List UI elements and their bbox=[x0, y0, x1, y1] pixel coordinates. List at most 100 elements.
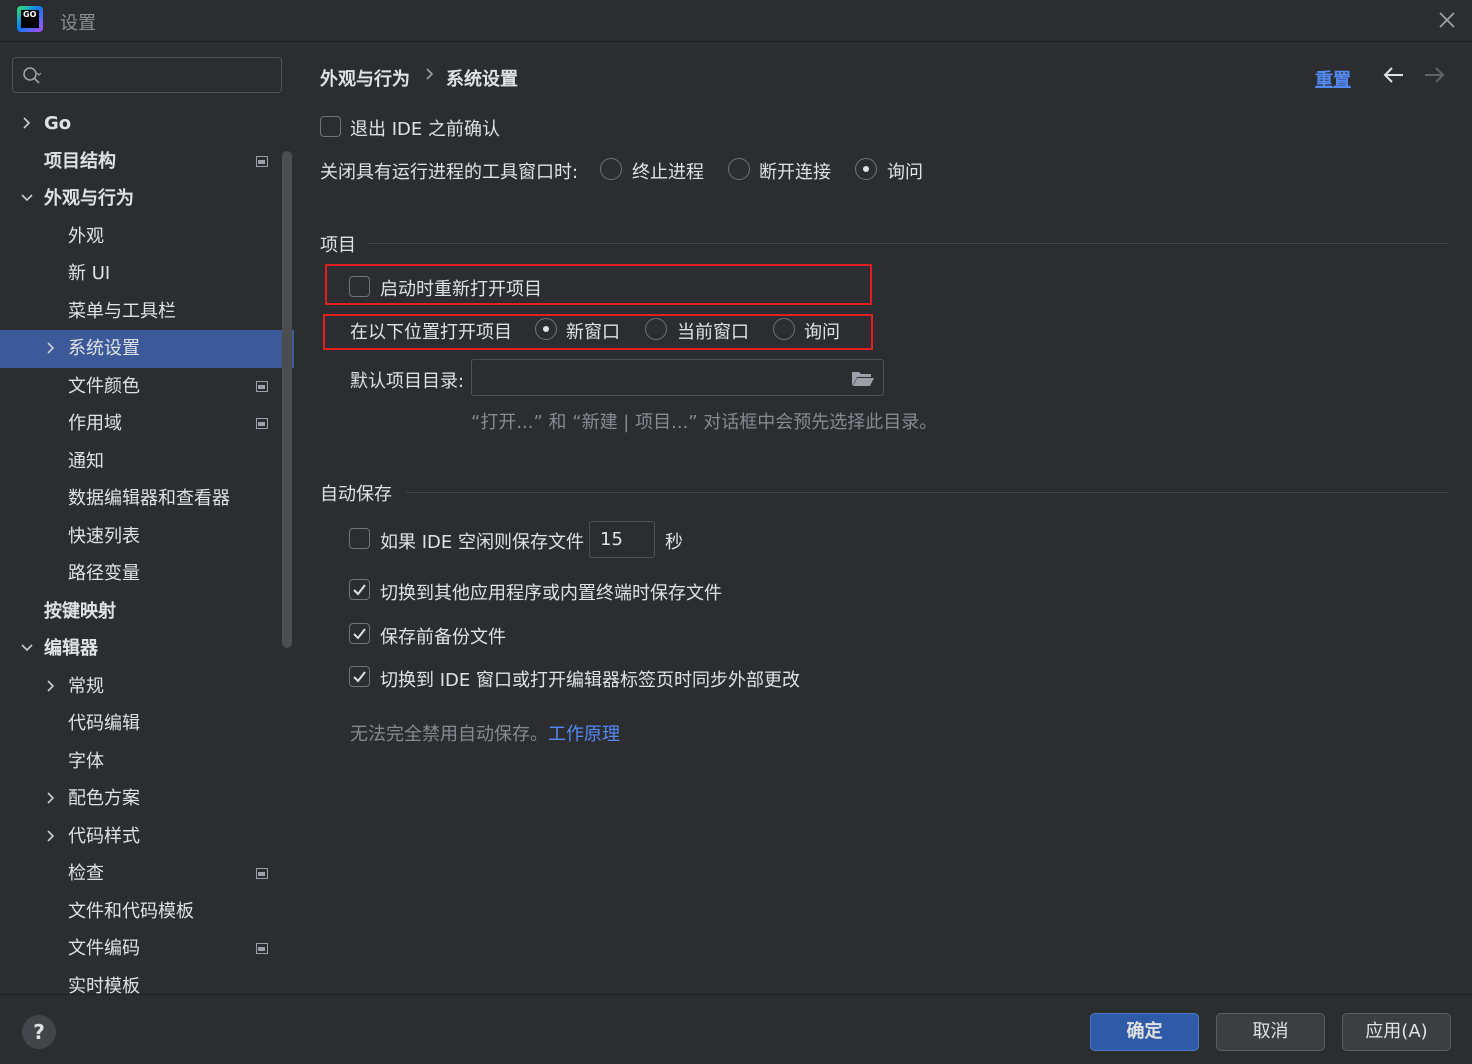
chevron-right-icon[interactable] bbox=[44, 341, 58, 355]
checkmark-icon bbox=[353, 628, 366, 640]
how-it-works-link[interactable]: 工作原理 bbox=[548, 724, 620, 745]
sidebar-item[interactable]: 配色方案 bbox=[0, 780, 294, 818]
dialog-footer: ? 确定 取消 应用(A) bbox=[0, 994, 1472, 1064]
sidebar-item-label: 检查 bbox=[68, 863, 104, 884]
chevron-right-icon[interactable] bbox=[44, 791, 58, 805]
backup-checkbox[interactable] bbox=[349, 623, 370, 644]
sidebar-item[interactable]: 路径变量 bbox=[0, 555, 294, 593]
radio-ask-open[interactable] bbox=[773, 318, 795, 340]
confirm-exit-checkbox[interactable] bbox=[320, 116, 341, 137]
breadcrumb-current: 系统设置 bbox=[446, 69, 518, 90]
backup-label: 保存前备份文件 bbox=[380, 627, 506, 648]
chevron-right-icon[interactable] bbox=[20, 116, 34, 130]
sidebar-item[interactable]: 文件颜色 bbox=[0, 368, 294, 406]
sidebar-item-label: 快速列表 bbox=[68, 525, 140, 547]
sidebar-item[interactable]: 检查 bbox=[0, 855, 294, 893]
sidebar-item[interactable]: 字体 bbox=[0, 743, 294, 781]
save-idle-label: 如果 IDE 空闲则保存文件 bbox=[380, 532, 584, 553]
project-level-icon bbox=[256, 380, 268, 392]
radio-ask-close-label: 询问 bbox=[887, 162, 923, 183]
folder-open-icon[interactable] bbox=[851, 369, 875, 387]
open-location-label: 在以下位置打开项目 bbox=[350, 322, 512, 343]
chevron-right-icon[interactable] bbox=[44, 679, 58, 693]
sidebar-item[interactable]: Go bbox=[0, 105, 294, 143]
sidebar-item[interactable]: 快速列表 bbox=[0, 518, 294, 556]
breadcrumb-parent[interactable]: 外观与行为 bbox=[320, 65, 410, 91]
sidebar-item-label: 编辑器 bbox=[44, 638, 98, 659]
sidebar-item-label: 文件编码 bbox=[68, 938, 140, 959]
sidebar-item[interactable]: 作用域 bbox=[0, 405, 294, 443]
radio-current-window[interactable] bbox=[645, 318, 667, 340]
autosave-section-title: 自动保存 bbox=[320, 484, 392, 505]
sidebar-item-label: 代码样式 bbox=[68, 825, 140, 847]
sync-external-label: 切换到 IDE 窗口或打开编辑器标签页时同步外部更改 bbox=[380, 670, 800, 691]
sidebar-item[interactable]: 常规 bbox=[0, 668, 294, 706]
title-bar: GO 设置 bbox=[0, 0, 1472, 42]
sidebar-item[interactable]: 数据编辑器和查看器 bbox=[0, 480, 294, 518]
sidebar-item[interactable]: 代码编辑 bbox=[0, 705, 294, 743]
forward-arrow-icon[interactable] bbox=[1422, 65, 1446, 85]
sidebar-item[interactable]: 菜单与工具栏 bbox=[0, 293, 294, 331]
sidebar-item[interactable]: 项目结构 bbox=[0, 143, 294, 181]
radio-terminate[interactable] bbox=[600, 158, 622, 180]
autosave-note-text: 无法完全禁用自动保存。 bbox=[350, 724, 548, 745]
chevron-down-icon[interactable] bbox=[20, 641, 34, 655]
default-dir-label: 默认项目目录: bbox=[350, 371, 465, 392]
sidebar-item-label: 代码编辑 bbox=[68, 713, 140, 734]
sidebar-item-label: 字体 bbox=[68, 750, 104, 772]
project-level-icon bbox=[256, 943, 268, 954]
sidebar-item[interactable]: 文件和代码模板 bbox=[0, 893, 294, 931]
save-switch-app-checkbox[interactable] bbox=[349, 579, 370, 600]
radio-new-window[interactable] bbox=[535, 318, 557, 340]
apply-button[interactable]: 应用(A) bbox=[1342, 1013, 1451, 1051]
sidebar-item-label: 新 UI bbox=[68, 263, 111, 284]
reopen-project-checkbox[interactable] bbox=[349, 276, 370, 297]
radio-new-window-label: 新窗口 bbox=[566, 322, 620, 343]
close-icon[interactable] bbox=[1435, 8, 1459, 32]
sidebar-item-label: 系统设置 bbox=[68, 338, 140, 359]
sidebar-item-label: 路径变量 bbox=[68, 563, 140, 584]
sidebar-scrollbar[interactable] bbox=[282, 151, 292, 648]
ok-button[interactable]: 确定 bbox=[1090, 1013, 1199, 1051]
chevron-down-icon[interactable] bbox=[20, 191, 34, 205]
sidebar-item[interactable]: 按键映射 bbox=[0, 593, 294, 631]
sidebar-item[interactable]: 外观 bbox=[0, 218, 294, 256]
sidebar-item-label: 项目结构 bbox=[44, 150, 116, 172]
sidebar-item[interactable]: 外观与行为 bbox=[0, 180, 294, 218]
sidebar-item[interactable]: 通知 bbox=[0, 443, 294, 481]
checkmark-icon bbox=[353, 671, 366, 683]
project-level-icon bbox=[256, 155, 268, 167]
reopen-project-label: 启动时重新打开项目 bbox=[380, 279, 542, 300]
sidebar-item[interactable]: 文件编码 bbox=[0, 930, 294, 968]
reset-link[interactable]: 重置 bbox=[1315, 66, 1351, 92]
chevron-right-icon[interactable] bbox=[44, 829, 58, 843]
window-title: 设置 bbox=[60, 13, 96, 34]
confirm-exit-label: 退出 IDE 之前确认 bbox=[350, 119, 500, 140]
sidebar-item[interactable]: 编辑器 bbox=[0, 630, 294, 668]
idle-seconds-input[interactable]: 15 bbox=[589, 521, 655, 558]
back-arrow-icon[interactable] bbox=[1382, 65, 1406, 85]
radio-disconnect[interactable] bbox=[728, 158, 750, 180]
sidebar-item-label: 作用域 bbox=[68, 413, 122, 434]
sidebar-item-label: 通知 bbox=[68, 450, 104, 472]
search-input[interactable] bbox=[12, 57, 282, 93]
checkmark-icon bbox=[353, 584, 366, 596]
sidebar-item-label: 外观 bbox=[68, 225, 104, 247]
save-idle-checkbox[interactable] bbox=[349, 528, 370, 549]
close-tool-label: 关闭具有运行进程的工具窗口时: bbox=[320, 162, 579, 183]
radio-ask-close[interactable] bbox=[855, 158, 877, 180]
sidebar-item-label: 文件和代码模板 bbox=[68, 900, 194, 922]
project-level-icon bbox=[256, 868, 268, 879]
sync-external-checkbox[interactable] bbox=[349, 666, 370, 687]
sidebar-item[interactable]: 实时模板 bbox=[0, 968, 294, 995]
sidebar-item[interactable]: 新 UI bbox=[0, 255, 294, 293]
sidebar-item-label: 文件颜色 bbox=[68, 375, 140, 397]
cancel-button[interactable]: 取消 bbox=[1216, 1013, 1325, 1051]
settings-content: 外观与行为 系统设置 重置 退出 IDE 之前确认 关闭具有运行进程的工具窗口时… bbox=[294, 43, 1472, 994]
default-dir-field[interactable] bbox=[471, 359, 884, 396]
sidebar-item[interactable]: 代码样式 bbox=[0, 818, 294, 856]
radio-ask-open-label: 询问 bbox=[804, 322, 840, 343]
sidebar-item-label: 数据编辑器和查看器 bbox=[68, 488, 230, 509]
help-button[interactable]: ? bbox=[22, 1015, 56, 1049]
sidebar-item[interactable]: 系统设置 bbox=[0, 330, 294, 368]
